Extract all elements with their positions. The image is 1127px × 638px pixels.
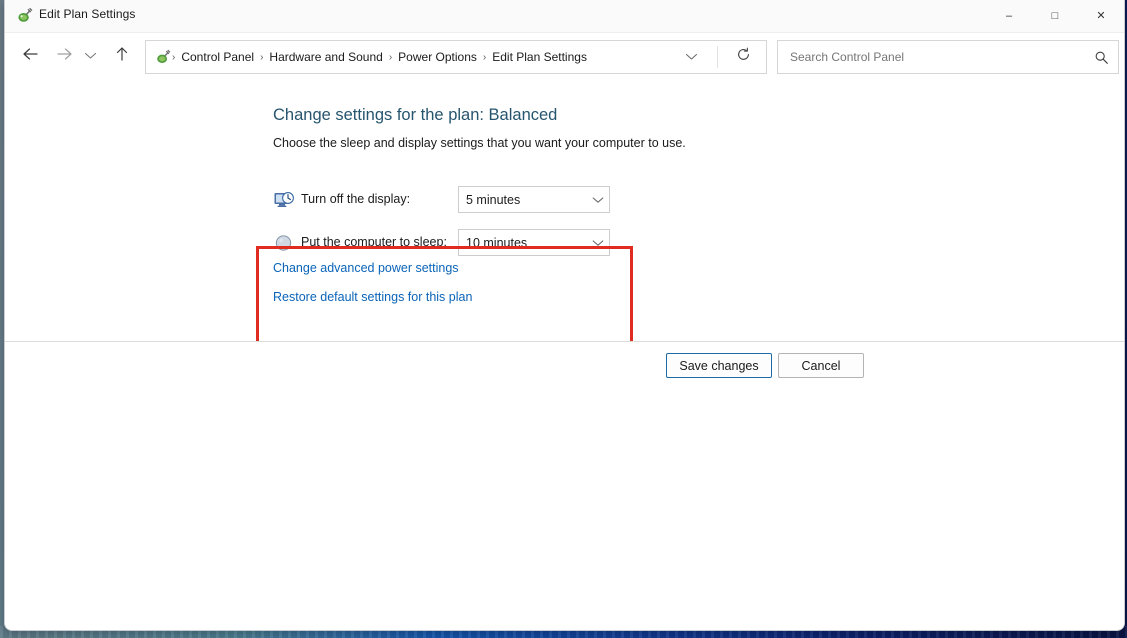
edit-plan-settings-window: Edit Plan Settings – □ ✕ › Control Panel… [4,0,1125,631]
arrow-up-icon [115,46,129,67]
put-computer-to-sleep-value: 10 minutes [466,235,528,250]
page-title: Change settings for the plan: Balanced [273,106,558,124]
forward-button[interactable] [49,41,79,71]
navigation-bar: › Control Panel › Hardware and Sound › P… [5,33,1124,80]
footer-area: Save changes Cancel php 中文网 [5,342,1124,629]
close-button[interactable]: ✕ [1078,0,1124,32]
maximize-icon: □ [1051,9,1059,22]
breadcrumb-item-edit-plan-settings[interactable]: Edit Plan Settings [487,47,592,67]
chevron-down-icon [587,196,609,204]
address-bar-divider [717,46,718,68]
link-change-advanced-power-settings[interactable]: Change advanced power settings [273,261,459,275]
setting-label-put-computer-to-sleep: Put the computer to sleep: [301,235,447,249]
save-changes-button[interactable]: Save changes [666,353,772,378]
minimize-button[interactable]: – [986,0,1032,32]
sleep-moon-icon [273,232,295,254]
setting-row-turn-off-display: Turn off the display: 5 minutes [273,180,623,223]
search-control-panel-box[interactable] [777,40,1119,74]
breadcrumb-item-hardware-and-sound[interactable]: Hardware and Sound [264,47,387,67]
breadcrumb-item-power-options[interactable]: Power Options [393,47,482,67]
search-icon[interactable] [1088,50,1114,65]
setting-label-turn-off-display: Turn off the display: [301,192,411,206]
address-breadcrumb-bar[interactable]: › Control Panel › Hardware and Sound › P… [145,40,767,74]
turn-off-display-value: 5 minutes [466,192,521,207]
refresh-button[interactable] [730,45,756,69]
link-restore-default-settings[interactable]: Restore default settings for this plan [273,290,472,304]
back-button[interactable] [15,41,45,71]
arrow-left-icon [22,47,39,66]
chevron-down-icon [587,239,609,247]
minimize-icon: – [1005,9,1013,22]
maximize-button[interactable]: □ [1032,0,1078,32]
breadcrumb-item-control-panel[interactable]: Control Panel [176,47,259,67]
monitor-clock-icon [273,189,295,211]
close-icon: ✕ [1096,9,1106,22]
refresh-icon [736,47,751,67]
turn-off-display-dropdown[interactable]: 5 minutes [458,186,610,213]
up-one-level-button[interactable] [107,41,137,71]
chevron-down-icon [84,47,97,65]
settings-list: Turn off the display: 5 minutes Put the … [273,180,623,266]
recent-locations-button[interactable] [79,41,101,71]
put-computer-to-sleep-dropdown[interactable]: 10 minutes [458,229,610,256]
arrow-right-icon [56,47,73,66]
chevron-down-icon [685,48,698,66]
power-plug-icon [15,7,33,25]
title-bar: Edit Plan Settings – □ ✕ [5,0,1124,33]
window-title: Edit Plan Settings [39,7,136,21]
cancel-button[interactable]: Cancel [778,353,864,378]
content-area: Change settings for the plan: Balanced C… [5,80,1124,353]
page-subtitle: Choose the sleep and display settings th… [273,136,686,150]
breadcrumb-dropdown-button[interactable] [680,46,702,68]
breadcrumb-power-plug-icon [154,49,171,66]
setting-row-put-computer-to-sleep: Put the computer to sleep: 10 minutes [273,223,623,266]
search-input[interactable] [788,49,1088,65]
